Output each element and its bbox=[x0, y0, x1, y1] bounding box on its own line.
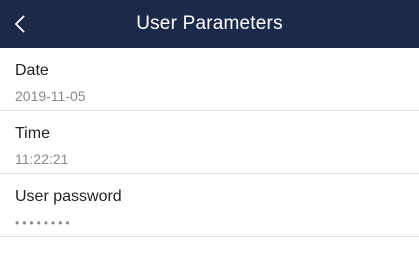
page-title: User Parameters bbox=[136, 13, 283, 34]
time-label: Time bbox=[15, 125, 50, 142]
date-label: Date bbox=[15, 62, 49, 79]
date-row[interactable]: Date 2019-11-05 bbox=[0, 48, 419, 111]
password-value: •••••••• bbox=[15, 216, 73, 230]
date-value: 2019-11-05 bbox=[15, 88, 86, 104]
time-row[interactable]: Time 11:22:21 bbox=[0, 111, 419, 174]
back-button[interactable] bbox=[14, 0, 44, 48]
app-header: User Parameters bbox=[0, 0, 419, 48]
time-value: 11:22:21 bbox=[15, 151, 69, 167]
password-row[interactable]: User password •••••••• bbox=[0, 174, 419, 237]
chevron-left-icon bbox=[14, 15, 25, 33]
password-label: User password bbox=[15, 188, 122, 205]
